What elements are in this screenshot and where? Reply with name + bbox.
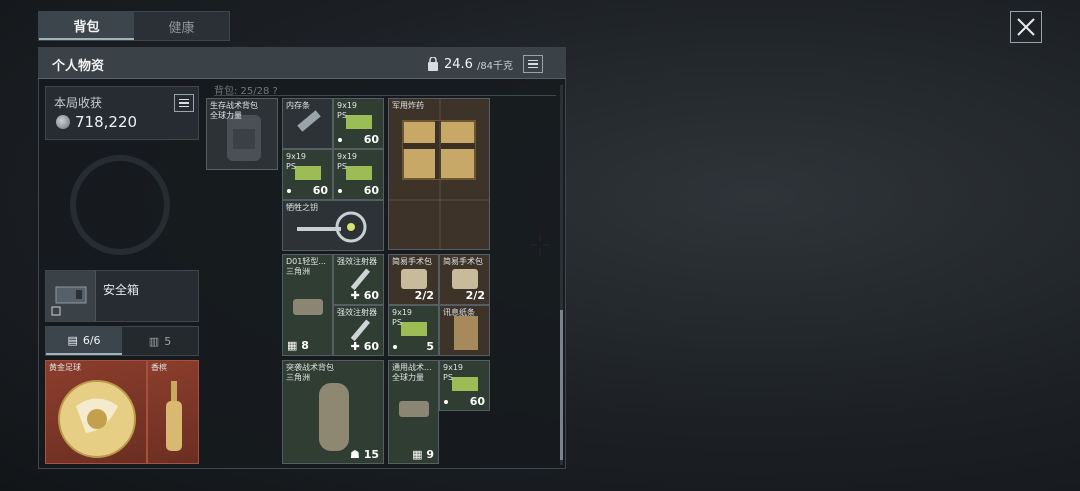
tab-secure-container[interactable]: ▤ 6/6	[46, 327, 122, 355]
faction-emblem	[70, 155, 170, 255]
item-surgery-kit-2[interactable]: 简易手术包 2/2	[439, 254, 490, 305]
sort-list-button[interactable]	[523, 55, 544, 73]
weight-indicator: 24.6/84千克	[426, 55, 544, 73]
canister-icon: ▥	[148, 334, 160, 348]
capacity-label: 背包: 25/28 ?	[214, 82, 556, 96]
bottle-icon	[166, 381, 182, 451]
item-sacrifice-key[interactable]: 牺牲之钥	[282, 200, 384, 251]
equipped-backpack-slot[interactable]: 生存战术背包 全球力量	[206, 98, 278, 170]
dot-icon	[287, 183, 291, 196]
safebox-icon	[46, 271, 96, 321]
panel-title: 个人物资	[52, 59, 105, 74]
football-icon	[58, 380, 136, 458]
item-memory-stick[interactable]: 内存条	[282, 98, 333, 149]
item-champagne[interactable]: 香槟	[147, 360, 199, 464]
grid-icon: ▦ 8	[287, 339, 309, 352]
item-military-explosives[interactable]: 军用炸药	[388, 98, 490, 250]
dot-icon	[338, 132, 342, 145]
close-button[interactable]	[1010, 11, 1042, 43]
item-message-note[interactable]: 讯息纸条	[439, 305, 490, 356]
dot-icon	[444, 394, 448, 407]
harvest-value: 718,220	[75, 113, 138, 131]
list-icon	[179, 98, 189, 101]
tab-backpack[interactable]: 背包	[39, 12, 134, 40]
scrollbar-thumb[interactable]	[560, 310, 563, 460]
close-icon	[1017, 18, 1035, 36]
dot-icon	[338, 183, 342, 196]
list-icon	[528, 59, 539, 62]
item-ammo-9x19-3[interactable]: 9x19 PS 60	[333, 149, 384, 200]
briefcase-icon: ▤	[67, 333, 78, 347]
explosives-crate-icon	[389, 99, 489, 249]
item-assault-backpack[interactable]: 突袭战术背包 三角洲 ☗ 15	[282, 360, 384, 464]
item-ammo-9x19-1[interactable]: 9x19 PS 60	[333, 98, 384, 149]
item-light-bag[interactable]: D01轻型... 三角洲 ▦ 8	[282, 254, 333, 356]
item-ammo-9x19-4[interactable]: 9x19 PS 5	[388, 305, 439, 356]
tab-health[interactable]: 健康	[134, 12, 229, 40]
item-ammo-9x19-5[interactable]: 9x19 PS 60	[439, 360, 490, 411]
weight-current: 24.6	[444, 56, 473, 72]
item-ammo-9x19-2[interactable]: 9x19 PS 60	[282, 149, 333, 200]
coin-icon	[56, 115, 70, 129]
safebox-label: 安全箱	[103, 283, 140, 297]
pouch-tabs: ▤ 6/6 ▥ 5	[45, 326, 199, 356]
top-tabbar: 背包 健康	[38, 11, 230, 41]
item-injector-1[interactable]: 强效注射器 ✚ 60	[333, 254, 384, 305]
item-injector-2[interactable]: 强效注射器 ✚ 60	[333, 305, 384, 356]
weight-max: /84千克	[476, 60, 514, 72]
dot-icon	[393, 339, 397, 352]
harvest-list-button[interactable]	[174, 94, 194, 112]
harvest-label: 本局收获	[54, 96, 103, 110]
item-golden-football[interactable]: 黄金足球	[45, 360, 147, 464]
item-general-tactical-bag[interactable]: 通用战术... 全球力量 ▦ 9	[388, 360, 439, 464]
item-surgery-kit-1[interactable]: 简易手术包 2/2	[388, 254, 439, 305]
weight-icon	[428, 57, 438, 71]
tab-canister[interactable]: ▥ 5	[122, 327, 198, 355]
